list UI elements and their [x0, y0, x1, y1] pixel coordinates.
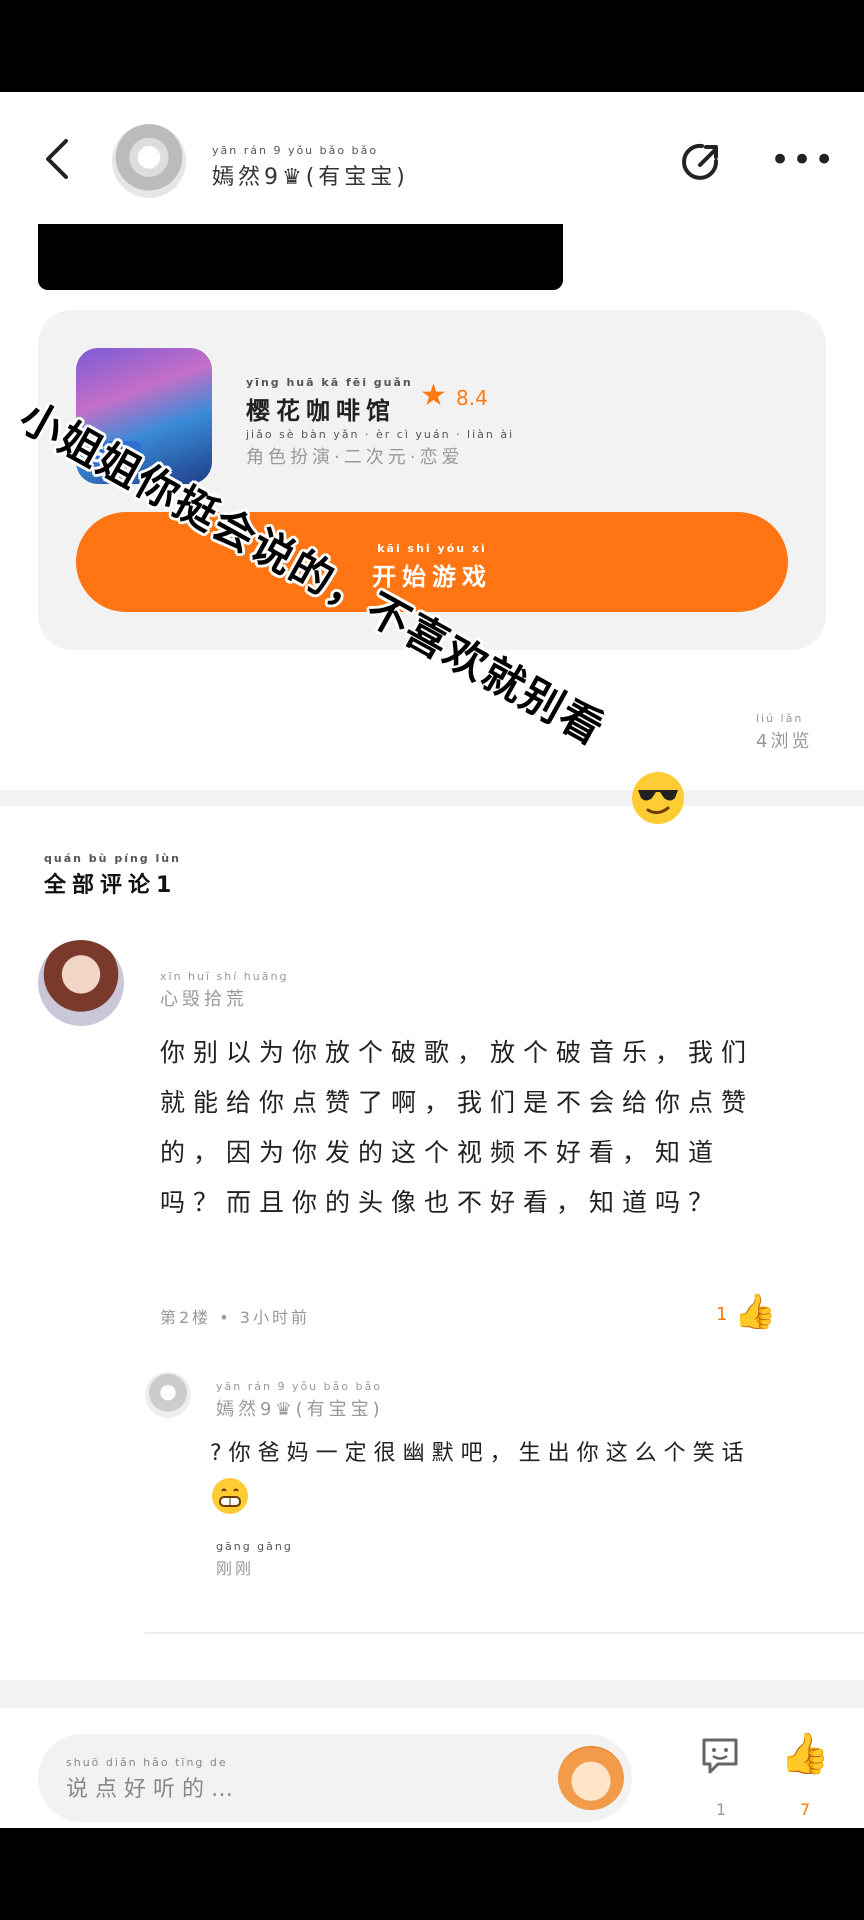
back-arrow-icon[interactable]	[38, 137, 78, 181]
more-options-icon[interactable]: •••	[770, 143, 834, 177]
game-rating: 8.4	[456, 386, 488, 410]
comment-input-placeholder: shuō diǎn hǎo tīng de 说点好听的…	[66, 1756, 240, 1803]
commenter-name[interactable]: xīn huī shí huāng 心毁拾荒	[160, 970, 288, 1011]
comment-input-text: 说点好听的…	[66, 1777, 241, 1802]
reply-avatar[interactable]	[145, 1372, 191, 1418]
like-icon[interactable]: 👍	[780, 1730, 830, 1777]
commenter-name-text: 心毁拾荒	[160, 989, 248, 1010]
comment-input[interactable]: shuō diǎn hǎo tīng de 说点好听的…	[38, 1734, 632, 1822]
section-divider	[0, 790, 864, 806]
view-count-pinyin: liú lǎn	[756, 712, 804, 725]
commenter-avatar[interactable]	[38, 940, 124, 1026]
post-header: yān rán 9 yǒu bǎo bǎo 嫣然9♛(有宝宝) •••	[0, 92, 864, 226]
game-tags-text: 角色扮演·二次元·恋爱	[246, 447, 464, 468]
reply-author-pinyin: yān rán 9 yǒu bǎo bǎo	[216, 1380, 383, 1393]
sunglasses-emoji-icon	[632, 772, 684, 824]
reply-body[interactable]: ?你爸妈一定很幽默吧，生出你这么个笑话	[210, 1432, 830, 1476]
mascot-icon[interactable]	[558, 1746, 624, 1810]
reply-time-text: 刚刚	[216, 1559, 255, 1578]
author-avatar[interactable]	[112, 124, 186, 198]
bottom-divider	[0, 1680, 864, 1708]
author-name-pinyin: yān rán 9 yǒu bǎo bǎo	[212, 144, 379, 157]
commenter-name-pinyin: xīn huī shí huāng	[160, 970, 289, 983]
reply-time: gāng gāng 刚刚	[216, 1540, 293, 1579]
comment-body[interactable]: 你别以为你放个破歌，放个破音乐，我们就能给你点赞了啊，我们是不会给你点赞的，因为…	[160, 1028, 770, 1228]
comment-input-pinyin: shuō diǎn hǎo tīng de	[66, 1756, 228, 1769]
comment-count: 1	[716, 1800, 727, 1819]
start-game-pinyin: kāi shǐ yóu xì	[377, 542, 487, 555]
reply-author[interactable]: yān rán 9 yǒu bǎo bǎo 嫣然9♛(有宝宝)	[216, 1380, 384, 1421]
reply-time-pinyin: gāng gāng	[216, 1540, 293, 1553]
share-icon[interactable]	[676, 137, 726, 187]
comment-like-icon[interactable]: 👍	[734, 1292, 776, 1332]
reply-author-text: 嫣然9♛(有宝宝)	[216, 1399, 384, 1420]
comment-like-count: 1	[716, 1304, 728, 1325]
all-comments-text: 全部评论1	[44, 873, 178, 898]
media-strip	[38, 224, 563, 290]
like-count: 7	[800, 1800, 811, 1819]
game-title-text: 樱花咖啡馆	[246, 397, 396, 425]
all-comments-heading: quán bù píng lùn 全部评论1	[44, 852, 181, 899]
game-tags-pinyin: jiǎo sè bàn yǎn · èr cì yuán · liàn ài	[246, 428, 515, 441]
top-black-bar	[0, 0, 864, 92]
view-count-text: 4浏览	[756, 731, 813, 752]
comment-meta: 第2楼 • 3小时前	[160, 1308, 310, 1327]
comment-icon[interactable]	[698, 1734, 742, 1778]
author-name[interactable]: yān rán 9 yǒu bǎo bǎo 嫣然9♛(有宝宝)	[212, 144, 409, 191]
game-tags: jiǎo sè bàn yǎn · èr cì yuán · liàn ài 角…	[246, 428, 514, 469]
game-title-pinyin: yīng huā kā fēi guǎn	[246, 376, 413, 389]
bottom-black-bar	[0, 1828, 864, 1920]
game-title[interactable]: yīng huā kā fēi guǎn 樱花咖啡馆	[246, 376, 413, 426]
reply-separator	[145, 1632, 864, 1634]
all-comments-pinyin: quán bù píng lùn	[44, 852, 181, 865]
star-icon: ★	[420, 378, 447, 413]
view-count: liú lǎn 4浏览	[756, 712, 812, 753]
grin-emoji-icon	[212, 1478, 248, 1514]
author-name-text: 嫣然9♛(有宝宝)	[212, 165, 409, 190]
